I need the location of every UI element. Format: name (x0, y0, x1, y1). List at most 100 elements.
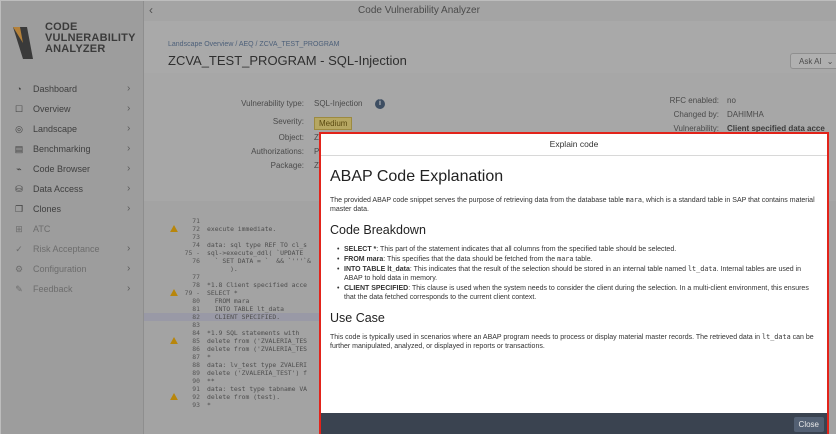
breakdown-item: CLIENT SPECIFIED: This clause is used wh… (337, 284, 820, 302)
breakdown-item: INTO TABLE lt_data: This indicates that … (337, 265, 820, 283)
breakdown-term: CLIENT SPECIFIED (344, 285, 409, 292)
rfc-value: no (727, 96, 736, 105)
breakdown-text: : This part of the statement indicates t… (376, 246, 677, 253)
code-text: data: test type tabname VA (207, 385, 308, 393)
dialog-header: Explain code (321, 134, 827, 156)
breadcrumb[interactable]: Landscape Overview / AEQ / ZCVA_TEST_PRO… (168, 41, 339, 48)
line-number: 83 (192, 321, 200, 329)
sidebar-item-risk-acceptance[interactable]: ✓ Risk Acceptance › (1, 239, 144, 259)
line-number: 80 (192, 297, 200, 305)
line-number: 75 - (184, 249, 200, 257)
sidebar-item-label: Code Browser (33, 164, 91, 174)
code-text: ` SET DATA = ` && `'''`& (207, 257, 311, 265)
code-text: delete from (test). (207, 393, 281, 401)
intro-text-1: The provided ABAP code snippet serves th… (330, 197, 626, 204)
sidebar-item-dashboard[interactable]: ◔ Dashboard › (1, 79, 144, 99)
sidebar-item-benchmarking[interactable]: ▤ Benchmarking › (1, 139, 144, 159)
code-text: FROM mara (207, 297, 250, 305)
sidebar-item-label: Configuration (33, 264, 87, 274)
sidebar-item-label: Clones (33, 204, 62, 214)
line-number: 87 (192, 353, 200, 361)
detail-row-severity: Severity: Medium (144, 117, 444, 130)
sidebar-item-configuration[interactable]: ⚙ Configuration › (1, 259, 144, 279)
sidebar-item-atc[interactable]: ⊞ ATC (1, 219, 144, 239)
detail-row-vuln-type: Vulnerability type: SQL-Injection i (144, 99, 444, 111)
sidebar-item-landscape[interactable]: ◎ Landscape › (1, 119, 144, 139)
breakdown-code: lt_data (687, 265, 717, 273)
breakdown-text: : This specifies that the data should be… (383, 256, 558, 263)
sidebar-item-label: Risk Acceptance (33, 244, 100, 254)
code-text: * (207, 401, 211, 409)
sidebar-item-code-browser[interactable]: ⌁ Code Browser › (1, 159, 144, 179)
code-line: 86 delete from ('ZVALERIA_TES (144, 345, 324, 353)
chevron-right-icon: › (127, 183, 131, 194)
app-logo: CODE VULNERABILITY ANALYZER (13, 21, 138, 61)
sidebar-item-label: Dashboard (33, 84, 78, 94)
data-access-icon: ⛁ (15, 183, 23, 194)
code-line: 85 delete from ('ZVALERIA_TES (144, 337, 324, 345)
clones-icon: ❐ (14, 203, 24, 214)
code-text: ). (207, 265, 238, 273)
changed-by-value: DAHIMHA (727, 110, 764, 119)
explanation-title: ABAP Code Explanation (330, 168, 504, 185)
sidebar-item-label: Feedback (33, 284, 73, 294)
code-line: 88 data: lv_test type ZVALERI (144, 361, 324, 369)
authorizations-label: Authorizations: (251, 147, 304, 156)
code-line: 93 * (144, 401, 324, 409)
package-label: Package: (270, 161, 304, 170)
code-line: 90 ** (144, 377, 324, 385)
ask-ai-button[interactable]: Ask AI ⌄ (790, 53, 836, 69)
line-number: 91 (192, 385, 200, 393)
use-case-heading: Use Case (330, 311, 385, 325)
breakdown-item: SELECT *: This part of the statement ind… (337, 245, 820, 254)
info-icon[interactable]: i (375, 99, 385, 109)
breakdown-text-end: table. (573, 256, 593, 263)
collapse-sidebar-icon[interactable]: ‹ (149, 3, 153, 17)
breakdown-item: FROM mara: This specifies that the data … (337, 255, 820, 264)
code-line: 91 data: test type tabname VA (144, 385, 324, 393)
code-text: CLIENT SPECIFIED. (207, 313, 281, 321)
sidebar-item-overview[interactable]: ☐ Overview › (1, 99, 144, 119)
sidebar: CODE VULNERABILITY ANALYZER ◔ Dashboard › ☐… (1, 1, 144, 434)
line-number: 90 (192, 377, 200, 385)
code-line: 78 *1.8 Client specified acce (144, 281, 324, 289)
sidebar-item-label: Benchmarking (33, 144, 91, 154)
page-title: ZCVA_TEST_PROGRAM - SQL-Injection (168, 53, 407, 68)
app-window: Code Vulnerability Analyzer CODE VULNERA… (0, 0, 836, 434)
warning-icon (170, 289, 178, 296)
benchmarking-icon: ▤ (14, 143, 24, 154)
code-text: data: sql type REF TO cl_s (207, 241, 308, 249)
intro-code: mara (625, 196, 642, 204)
sidebar-item-label: Data Access (33, 184, 84, 194)
sidebar-item-label: Overview (33, 104, 71, 114)
code-text: *1.8 Client specified acce (207, 281, 308, 289)
line-number: 74 (192, 241, 200, 249)
line-number: 88 (192, 361, 200, 369)
line-number: 79 - (184, 289, 200, 297)
code-line: 72 execute immediate. (144, 225, 324, 233)
code-browser-icon: ⌁ (16, 163, 22, 174)
chevron-right-icon: › (127, 83, 131, 94)
chevron-right-icon: › (127, 103, 131, 114)
close-button[interactable]: Close (793, 417, 824, 432)
code-text: delete ('ZVALERIA_TEST') f (207, 369, 308, 377)
code-text: data: lv_test type ZVALERI (207, 361, 308, 369)
warning-icon (170, 225, 178, 232)
code-line: 71 (144, 217, 324, 225)
code-text: sql->execute_ddl( `UPDATE (207, 249, 308, 257)
code-line: 77 (144, 273, 324, 281)
sidebar-item-clones[interactable]: ❐ Clones › (1, 199, 144, 219)
line-number: 81 (192, 305, 200, 313)
sidebar-item-feedback[interactable]: ✎ Feedback › (1, 279, 144, 299)
detail-row-changed-by: Changed by: DAHIMHA (624, 110, 836, 122)
page-header: Landscape Overview / AEQ / ZCVA_TEST_PRO… (144, 21, 836, 73)
sidebar-item-data-access[interactable]: ⛁ Data Access › (1, 179, 144, 199)
line-number: 72 (192, 225, 200, 233)
line-number: 78 (192, 281, 200, 289)
ask-ai-label: Ask AI (799, 56, 822, 66)
chevron-right-icon: › (127, 143, 131, 154)
line-number: 73 (192, 233, 200, 241)
code-text: delete from ('ZVALERIA_TES (207, 345, 308, 353)
severity-badge: Medium (314, 117, 353, 130)
code-line: 87 * (144, 353, 324, 361)
